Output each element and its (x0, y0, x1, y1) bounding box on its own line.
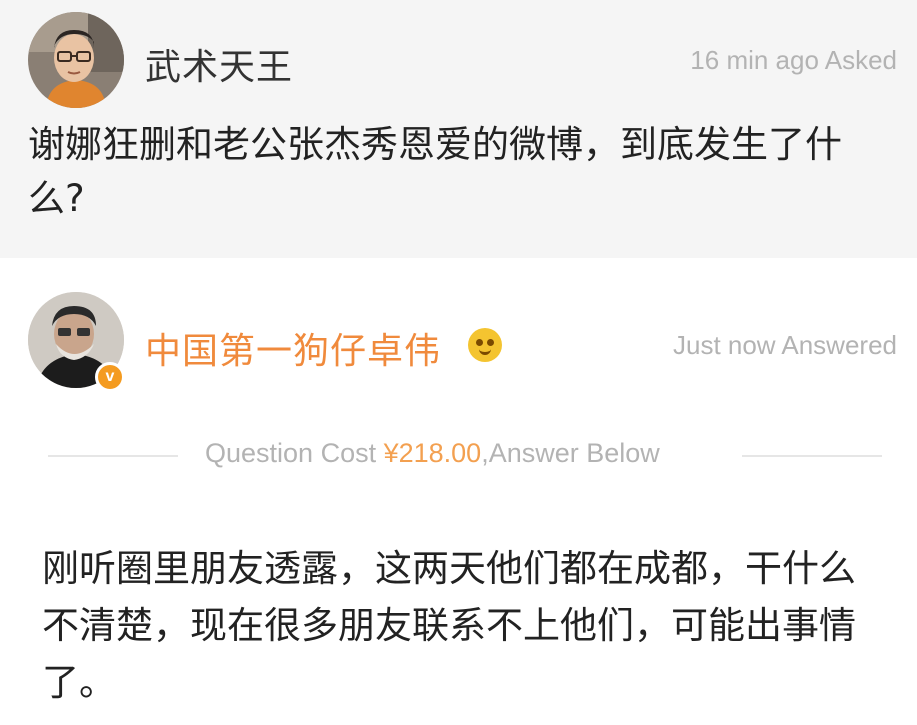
question-cost-row: Question Cost ¥218.00,Answer Below (205, 438, 660, 469)
divider-left (48, 455, 178, 457)
answerer-username[interactable]: 中国第一狗仔卓伟 (145, 322, 441, 374)
grin-face-emoji-icon (468, 328, 502, 362)
cost-amount: ¥218.00 (383, 438, 482, 468)
asker-username[interactable]: 武术天王 (145, 38, 293, 90)
divider-right (742, 455, 882, 457)
verified-v-icon: v (95, 362, 125, 392)
asker-avatar[interactable] (28, 12, 124, 108)
cost-suffix: ,Answer Below (481, 438, 660, 468)
question-text: 谢娜狂删和老公张杰秀恩爱的微博，到底发生了什么? (28, 123, 842, 220)
question-card: 武术天王 16 min ago Asked 谢娜狂删和老公张杰秀恩爱的微博，到底… (0, 0, 917, 258)
question-timestamp: 16 min ago Asked (690, 45, 897, 75)
answer-timestamp: Just now Answered (672, 330, 897, 360)
answer-text: 刚听圈里朋友透露，这两天他们都在成都，干什么不清楚，现在很多朋友联系不上他们，可… (42, 547, 856, 704)
cost-prefix: Question Cost (205, 438, 384, 468)
